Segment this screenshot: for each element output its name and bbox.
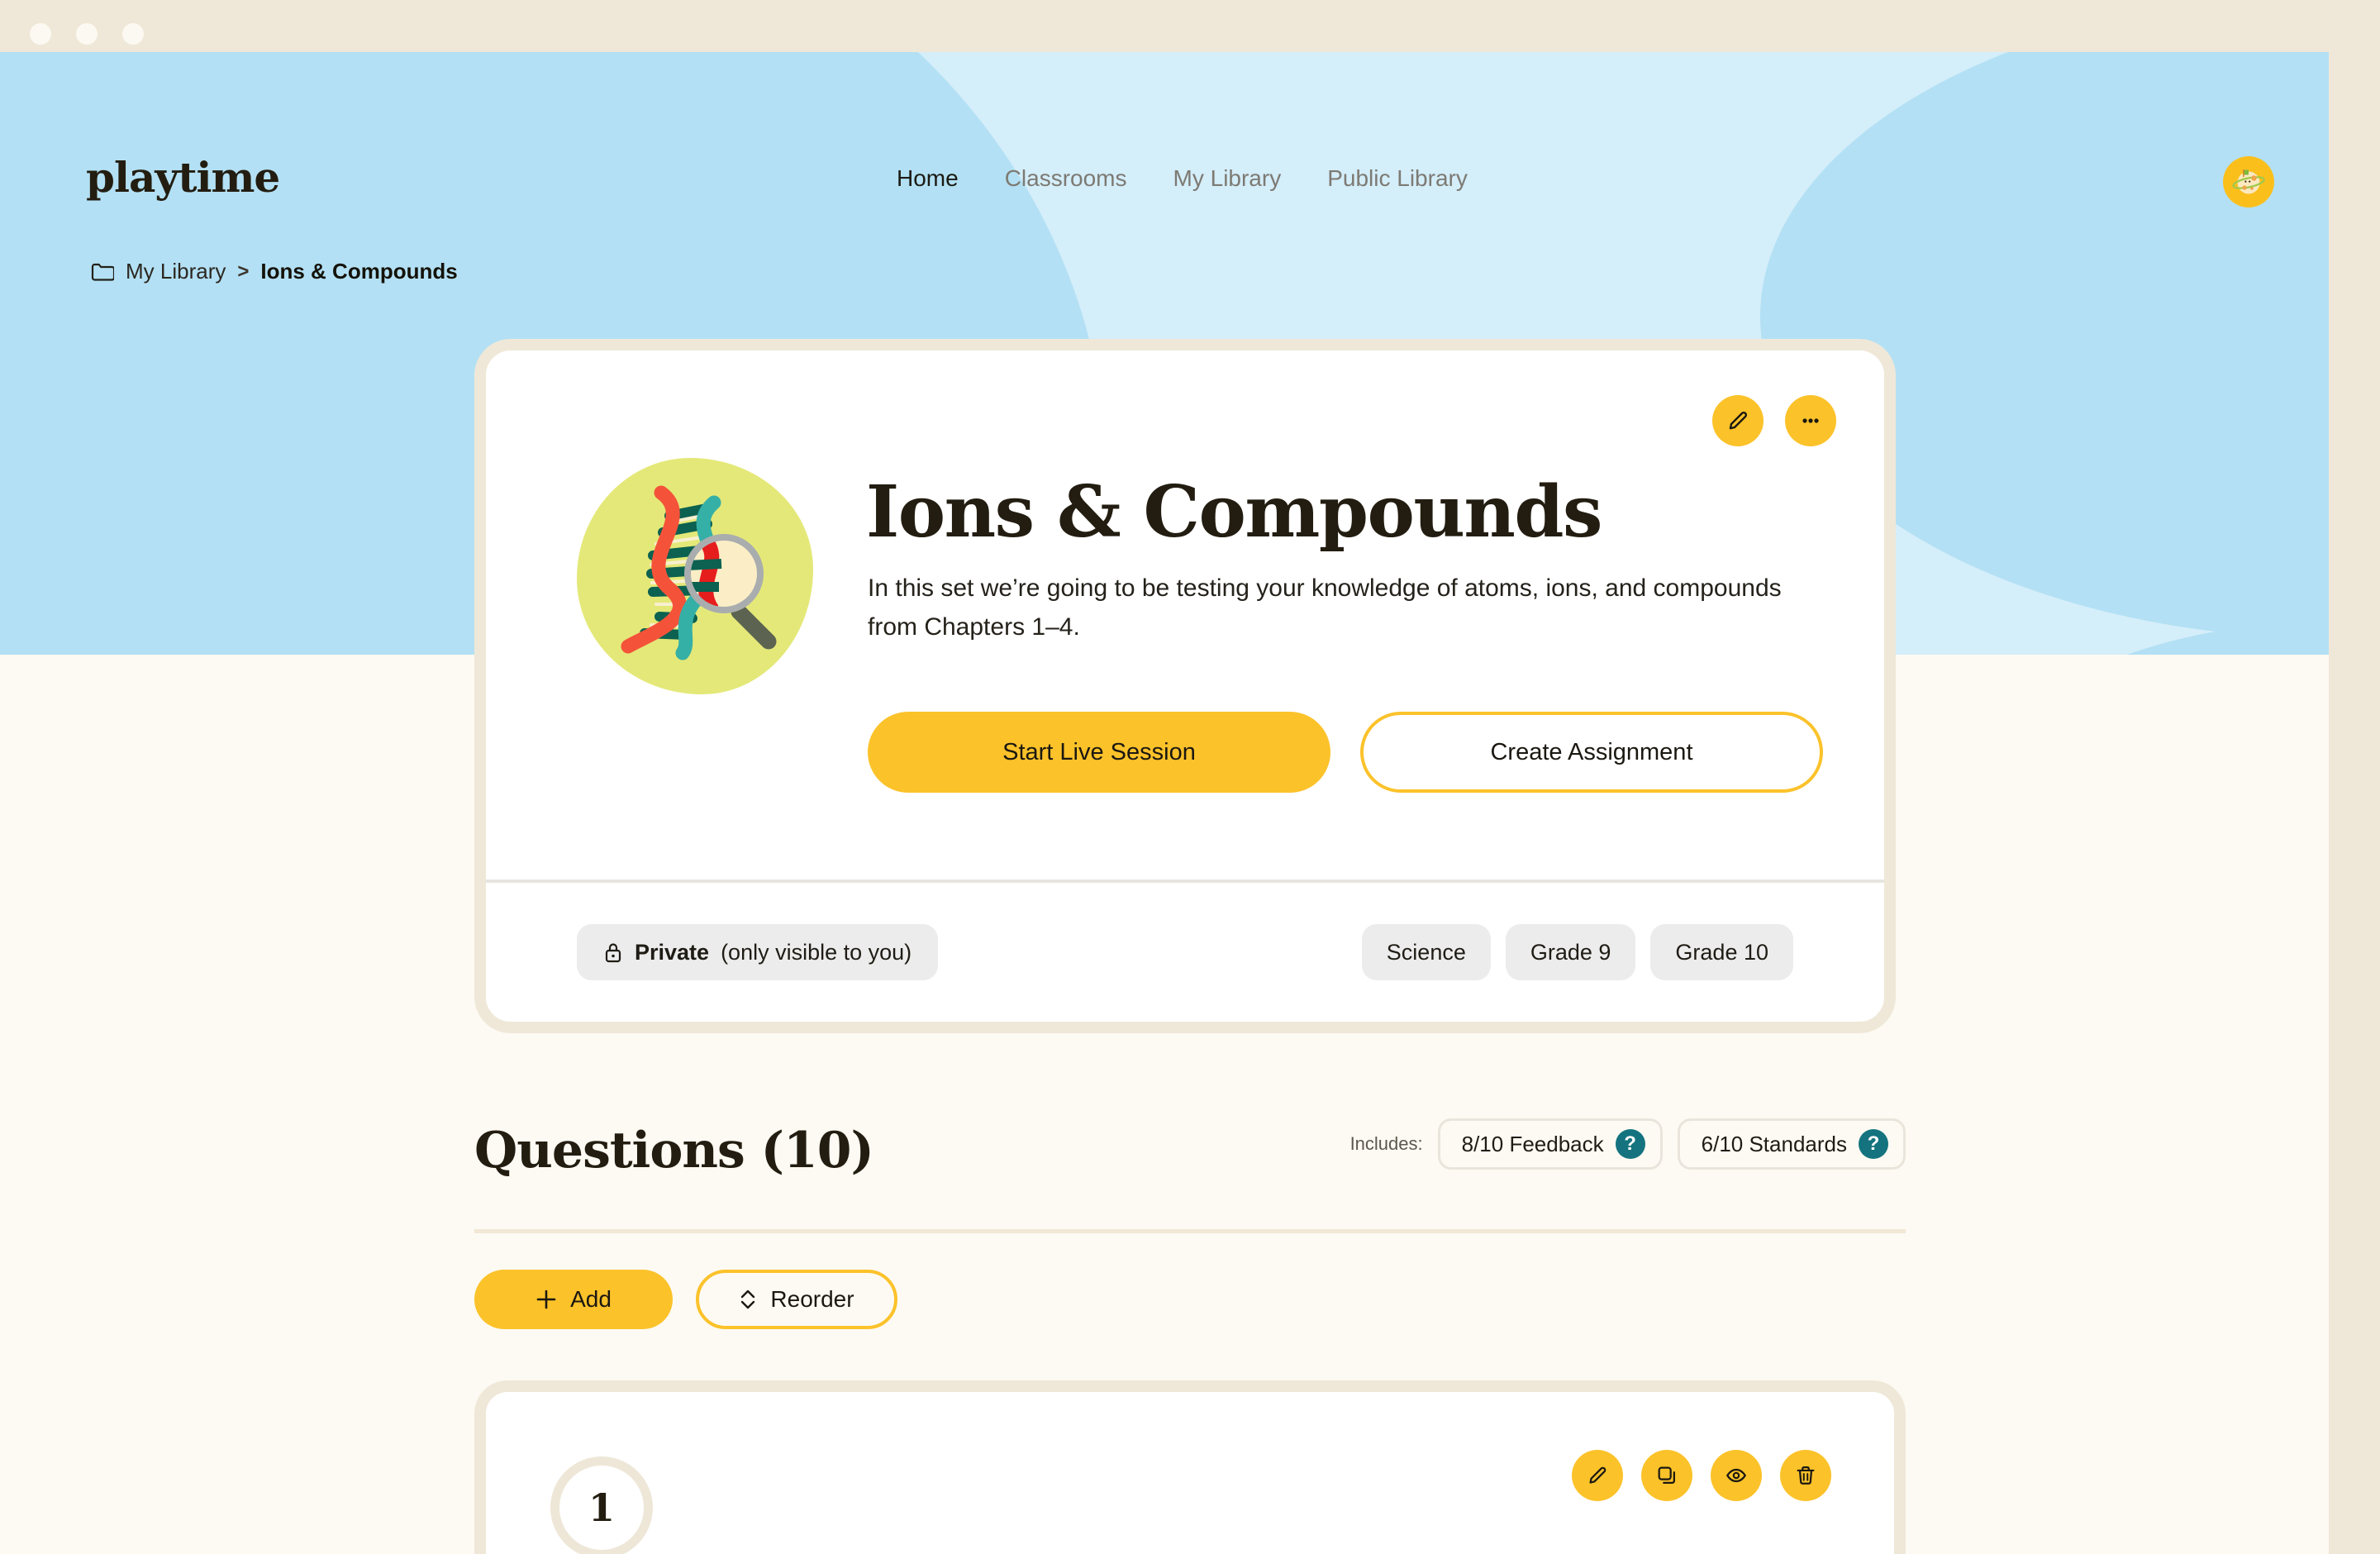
privacy-badge[interactable]: Private (only visible to you) xyxy=(577,924,939,980)
updown-chevrons-icon xyxy=(739,1288,757,1311)
breadcrumb-separator: > xyxy=(237,260,250,283)
ellipsis-icon xyxy=(1802,418,1819,423)
breadcrumb-current: Ions & Compounds xyxy=(260,259,458,284)
includes-chip-standards[interactable]: 6/10 Standards ? xyxy=(1677,1118,1906,1170)
window-minimize-button[interactable] xyxy=(76,23,98,45)
window-maximize-button[interactable] xyxy=(122,23,144,45)
set-more-options-button[interactable] xyxy=(1785,395,1836,446)
includes-chip-standards-label: 6/10 Standards xyxy=(1701,1131,1847,1156)
question-preview-button[interactable] xyxy=(1711,1450,1762,1501)
set-card-footer: Private (only visible to you) Science Gr… xyxy=(486,883,1884,1022)
set-card: Ions & Compounds In this set we’re going… xyxy=(474,339,1896,1033)
nav-item-home[interactable]: Home xyxy=(897,165,959,192)
privacy-detail: (only visible to you) xyxy=(721,939,912,965)
set-action-buttons: Start Live Session Create Assignment xyxy=(868,712,1823,793)
questions-includes: Includes: 8/10 Feedback ? 6/10 Standards… xyxy=(1350,1118,1906,1180)
dna-magnifier-icon xyxy=(621,485,777,660)
question-number: 1 xyxy=(550,1456,653,1554)
pencil-icon xyxy=(1729,411,1748,430)
set-edit-button[interactable] xyxy=(1712,395,1764,446)
brand-logo[interactable]: playtime xyxy=(86,153,280,202)
planet-avatar-icon xyxy=(2232,169,2265,194)
set-thumbnail xyxy=(577,458,813,694)
question-duplicate-button[interactable] xyxy=(1641,1450,1692,1501)
questions-toolbar: Add Reorder xyxy=(474,1270,897,1329)
breadcrumb: My Library > Ions & Compounds xyxy=(91,259,458,284)
set-title: Ions & Compounds xyxy=(866,470,1602,554)
nav-item-classrooms[interactable]: Classrooms xyxy=(1005,165,1127,192)
question-delete-button[interactable] xyxy=(1780,1450,1831,1501)
trash-icon xyxy=(1797,1466,1815,1485)
includes-label: Includes: xyxy=(1349,1133,1423,1154)
window-chrome xyxy=(0,0,2380,52)
pencil-icon xyxy=(1589,1466,1606,1484)
reorder-questions-button[interactable]: Reorder xyxy=(696,1270,897,1329)
page-canvas: playtime Home Classrooms My Library Publ… xyxy=(0,52,2329,1554)
question-edit-button[interactable] xyxy=(1572,1450,1623,1501)
questions-title: Questions (10) xyxy=(474,1122,874,1180)
reorder-questions-label: Reorder xyxy=(770,1286,854,1312)
lock-icon xyxy=(603,941,623,964)
includes-chip-feedback[interactable]: 8/10 Feedback ? xyxy=(1437,1118,1663,1170)
questions-header: Questions (10) Includes: 8/10 Feedback ?… xyxy=(474,1118,1906,1180)
add-question-label: Add xyxy=(570,1286,612,1312)
tag-chip-grade-9[interactable]: Grade 9 xyxy=(1505,924,1636,980)
copy-icon xyxy=(1658,1466,1675,1484)
set-card-body: Ions & Compounds In this set we’re going… xyxy=(486,350,1884,879)
set-description: In this set we’re going to be testing yo… xyxy=(868,574,1782,641)
plus-icon xyxy=(536,1289,557,1310)
nav-item-my-library[interactable]: My Library xyxy=(1173,165,1282,192)
window-close-button[interactable] xyxy=(30,23,51,45)
tag-chip-grade-10[interactable]: Grade 10 xyxy=(1650,924,1793,980)
folder-icon xyxy=(91,262,114,282)
breadcrumb-parent[interactable]: My Library xyxy=(126,259,226,284)
includes-chip-feedback-label: 8/10 Feedback xyxy=(1461,1131,1604,1156)
question-card: 1 xyxy=(474,1380,1906,1554)
privacy-label: Private xyxy=(635,939,710,965)
set-tags: Science Grade 9 Grade 10 xyxy=(1361,924,1793,980)
add-question-button[interactable]: Add xyxy=(474,1270,673,1329)
main-navigation: Home Classrooms My Library Public Librar… xyxy=(897,165,1468,192)
eye-icon xyxy=(1726,1468,1746,1483)
create-assignment-button[interactable]: Create Assignment xyxy=(1360,712,1823,793)
avatar[interactable] xyxy=(2223,156,2274,207)
tag-chip-science[interactable]: Science xyxy=(1361,924,1491,980)
help-icon-standards[interactable]: ? xyxy=(1859,1129,1888,1159)
start-live-session-button[interactable]: Start Live Session xyxy=(868,712,1330,793)
nav-item-public-library[interactable]: Public Library xyxy=(1327,165,1468,192)
questions-divider xyxy=(474,1229,1906,1233)
question-actions xyxy=(1572,1450,1831,1501)
help-icon-feedback[interactable]: ? xyxy=(1615,1129,1645,1159)
